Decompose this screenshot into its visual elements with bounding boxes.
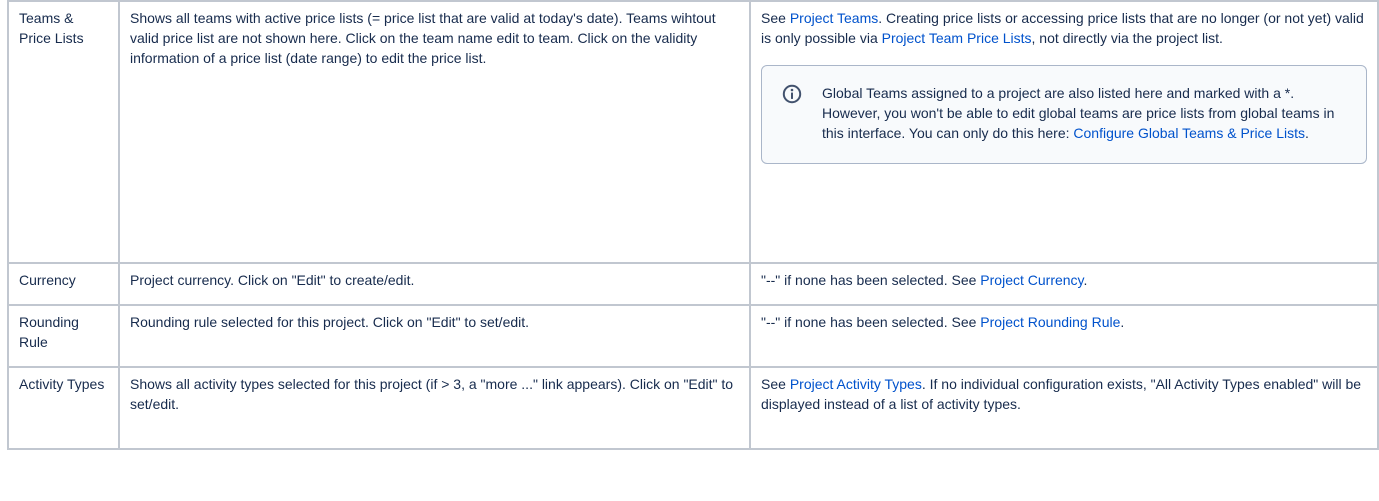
field-description: Project currency. Click on "Edit" to cre… [130,272,415,288]
notes-text: See Project Activity Types. If no indivi… [761,376,1362,412]
field-name-cell: Activity Types [7,366,120,450]
field-description-cell: Project currency. Click on "Edit" to cre… [118,262,751,306]
info-panel: Global Teams assigned to a project are a… [761,65,1367,164]
field-description-table: Teams & Price Lists Shows all teams with… [7,0,1379,450]
notes-cell: See Project Teams. Creating price lists … [749,0,1379,264]
notes-text: "--" if none has been selected. See Proj… [761,272,1088,288]
field-name-cell: Teams & Price Lists [7,0,120,264]
info-icon [782,84,802,104]
field-name: Activity Types [19,376,105,392]
project-teams-link[interactable]: Project Teams [790,10,878,26]
table-row: Currency Project currency. Click on "Edi… [7,262,1379,306]
notes-text: See Project Teams. Creating price lists … [761,10,1364,46]
configure-global-teams-link[interactable]: Configure Global Teams & Price Lists [1073,125,1305,141]
field-description: Shows all teams with active price lists … [130,10,716,66]
field-description-cell: Rounding rule selected for this project.… [118,304,751,368]
info-panel-text: Global Teams assigned to a project are a… [822,85,1335,141]
table-row: Teams & Price Lists Shows all teams with… [7,0,1379,264]
notes-cell: "--" if none has been selected. See Proj… [749,304,1379,368]
table-row: Rounding Rule Rounding rule selected for… [7,304,1379,368]
field-description-cell: Shows all teams with active price lists … [118,0,751,264]
field-name-cell: Rounding Rule [7,304,120,368]
field-name: Currency [19,272,76,288]
project-rounding-rule-link[interactable]: Project Rounding Rule [980,314,1120,330]
project-activity-types-link[interactable]: Project Activity Types [790,376,922,392]
field-name: Teams & Price Lists [19,10,84,46]
notes-cell: "--" if none has been selected. See Proj… [749,262,1379,306]
field-description: Shows all activity types selected for th… [130,376,734,412]
field-description-cell: Shows all activity types selected for th… [118,366,751,450]
project-currency-link[interactable]: Project Currency [980,272,1083,288]
table-row: Activity Types Shows all activity types … [7,366,1379,450]
project-team-price-lists-link[interactable]: Project Team Price Lists [882,30,1032,46]
field-name: Rounding Rule [19,314,79,350]
field-description: Rounding rule selected for this project.… [130,314,530,330]
field-name-cell: Currency [7,262,120,306]
notes-cell: See Project Activity Types. If no indivi… [749,366,1379,450]
notes-text: "--" if none has been selected. See Proj… [761,314,1125,330]
